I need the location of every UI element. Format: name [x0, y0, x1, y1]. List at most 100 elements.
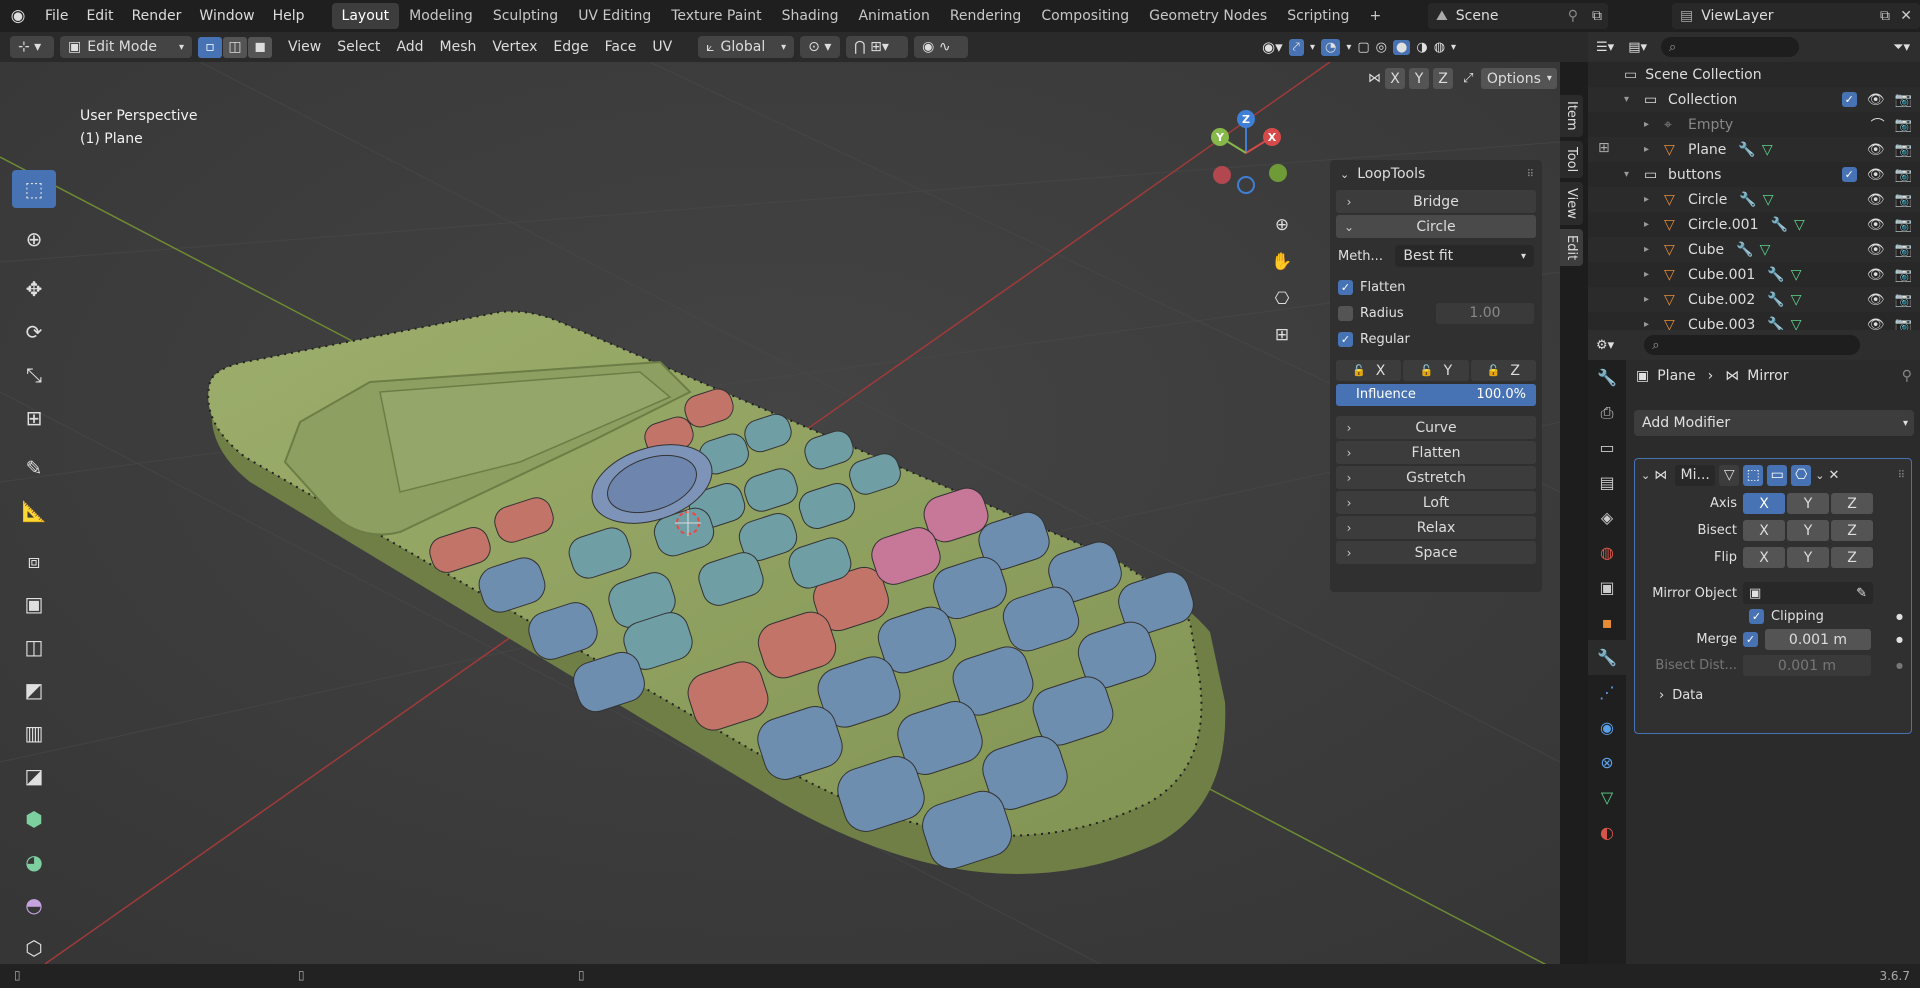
regular-checkbox[interactable]: ✓ — [1338, 331, 1353, 347]
outliner-row[interactable]: ▸ ▽ Circle 🔧 ▽ 👁 📷 — [1588, 187, 1920, 212]
proportional-edit-dropdown[interactable]: ◉ ∿ — [914, 36, 969, 58]
new-scene-icon[interactable]: ⧉ — [1592, 8, 1602, 24]
eye-icon[interactable]: 👁 — [1867, 242, 1885, 258]
cursor-tool-icon[interactable]: ⊕ — [12, 220, 56, 258]
new-view-layer-icon[interactable]: ⧉ — [1880, 8, 1890, 24]
bevel-tool-icon[interactable]: ◩ — [12, 671, 56, 709]
camera-icon[interactable]: 📷 — [1895, 217, 1912, 233]
outliner-row[interactable]: ▸ ▽ Cube 🔧 ▽ 👁 📷 — [1588, 237, 1920, 262]
keyframe-dot-icon[interactable]: ● — [1896, 612, 1903, 621]
keyframe-dot-icon[interactable]: ● — [1896, 661, 1903, 670]
chevron-down-icon[interactable]: ▾ — [1310, 42, 1315, 53]
outliner-row[interactable]: ▾ ▭ buttons ✓ 👁 📷 — [1588, 162, 1920, 187]
merge-checkbox[interactable]: ✓ — [1743, 632, 1758, 647]
bisect-y-button[interactable]: Y — [1787, 520, 1829, 541]
rotate-tool-icon[interactable]: ⟳ — [12, 313, 56, 351]
mirror-y-button[interactable]: Y — [1409, 68, 1429, 89]
menu-help[interactable]: Help — [264, 8, 314, 24]
eye-icon[interactable]: 👁 — [1867, 142, 1885, 158]
outliner-row[interactable]: ▾ ▭ Collection ✓ 👁 📷 — [1588, 87, 1920, 112]
render-tab-icon[interactable]: ⎙ — [1588, 395, 1626, 430]
menu-select[interactable]: Select — [329, 39, 388, 55]
outliner-row[interactable]: ▸ ⌖ Empty ⌒ 📷 — [1588, 112, 1920, 137]
transform-tool-icon[interactable]: ⊞ — [12, 399, 56, 437]
menu-edit[interactable]: Edit — [77, 8, 122, 24]
looptools-relax[interactable]: › Relax — [1336, 516, 1536, 539]
clipping-row[interactable]: ✓ Clipping ● — [1635, 609, 1911, 624]
drag-handle-icon[interactable]: ⠿ — [1898, 470, 1905, 481]
close-icon[interactable]: ✕ — [1828, 468, 1839, 483]
menu-face[interactable]: Face — [597, 39, 645, 55]
blender-logo-icon[interactable]: ◉ — [0, 0, 36, 32]
transform-orientation-dropdown[interactable]: ⟀ Global ▾ — [698, 36, 795, 58]
radius-field[interactable]: 1.00 — [1436, 302, 1534, 324]
material-tab-icon[interactable]: ◐ — [1588, 815, 1626, 850]
flatten-checkbox[interactable]: ✓ — [1338, 279, 1353, 295]
chevron-right-icon[interactable]: ▸ — [1644, 244, 1660, 255]
outliner-search-input[interactable]: ⌕ — [1661, 37, 1799, 57]
looptools-flatten[interactable]: › Flatten — [1336, 441, 1536, 464]
add-workspace-button[interactable]: + — [1359, 3, 1391, 29]
constraints-tab-icon[interactable]: ⊗ — [1588, 745, 1626, 780]
data-subpanel[interactable]: › Data — [1635, 688, 1911, 703]
influence-slider[interactable]: Influence 100.0% — [1336, 384, 1536, 406]
move-tool-icon[interactable]: ✥ — [12, 270, 56, 308]
tab-animation[interactable]: Animation — [848, 3, 939, 29]
bisect-distance-field[interactable]: 0.001 m — [1743, 655, 1871, 676]
edge-select-button[interactable]: ◫ — [223, 36, 247, 58]
mode-dropdown[interactable]: ▣ Edit Mode ▾ — [60, 36, 192, 58]
chevron-right-icon[interactable]: ▸ — [1644, 319, 1660, 330]
tool-tab-icon[interactable]: 🔧 — [1588, 360, 1626, 395]
chevron-down-icon[interactable]: ⌄ — [1815, 469, 1824, 482]
smooth-tool-icon[interactable]: ◓ — [12, 886, 56, 924]
3d-viewport[interactable]: User Perspective (1) Plane ⬚ ⊕ ✥ ⟳ ⤡ ⊞ ✎… — [0, 62, 1560, 964]
shading-options-icon[interactable]: ▾ — [1451, 42, 1456, 53]
snap-dropdown[interactable]: ⋂ ⊞▾ — [846, 36, 909, 58]
chevron-right-icon[interactable]: ▸ — [1644, 269, 1660, 280]
view-layer-selector[interactable]: ▤ ViewLayer ⧉ ✕ — [1672, 3, 1920, 29]
looptools-loft[interactable]: › Loft — [1336, 491, 1536, 514]
loop-cut-tool-icon[interactable]: ▥ — [12, 714, 56, 752]
outliner-row[interactable]: ▸ ▽ Plane 🔧 ▽ 👁 📷 — [1588, 137, 1920, 162]
tab-shading[interactable]: Shading — [772, 3, 849, 29]
clipping-checkbox[interactable]: ✓ — [1749, 609, 1764, 624]
tab-edit[interactable]: Edit — [1560, 228, 1583, 266]
looptools-space[interactable]: › Space — [1336, 541, 1536, 564]
outliner-row[interactable]: ▸ ▽ Circle.001 🔧 ▽ 👁 📷 — [1588, 212, 1920, 237]
chevron-right-icon[interactable]: ▸ — [1644, 219, 1660, 230]
merge-distance-field[interactable]: 0.001 m — [1765, 629, 1871, 650]
eye-icon[interactable]: 👁 — [1867, 92, 1885, 108]
measure-tool-icon[interactable]: 📐 — [12, 492, 56, 530]
options-dropdown[interactable]: Options ▾ — [1481, 68, 1558, 89]
bisect-z-button[interactable]: Z — [1831, 520, 1873, 541]
lock-x-button[interactable]: 🔓 X — [1336, 360, 1402, 381]
flatten-row[interactable]: ✓ Flatten — [1330, 274, 1542, 300]
viewport-toggle-icon[interactable]: ▭ — [1767, 464, 1788, 486]
bisect-x-button[interactable]: X — [1743, 520, 1785, 541]
menu-add[interactable]: Add — [388, 39, 431, 55]
chevron-down-icon[interactable]: ▾ — [1624, 169, 1640, 180]
axis-x-button[interactable]: X — [1743, 493, 1785, 514]
camera-icon[interactable]: 📷 — [1895, 242, 1912, 258]
tab-scripting[interactable]: Scripting — [1277, 3, 1359, 29]
display-mode-icon[interactable]: ▤▾ — [1628, 40, 1647, 55]
knife-tool-icon[interactable]: ◪ — [12, 757, 56, 795]
tab-tool[interactable]: Tool — [1560, 140, 1583, 178]
add-modifier-dropdown[interactable]: Add Modifier ▾ — [1634, 410, 1914, 436]
edge-slide-tool-icon[interactable]: ⬡ — [12, 929, 56, 964]
editor-type-dropdown[interactable]: ⊹ ▾ — [10, 36, 54, 58]
rendered-shading-icon[interactable]: ◍ — [1434, 40, 1445, 55]
ortho-grid-icon[interactable]: ⊞ — [1267, 320, 1297, 350]
tab-layout[interactable]: Layout — [331, 3, 400, 29]
tab-view[interactable]: View — [1560, 181, 1583, 225]
radius-checkbox[interactable] — [1338, 305, 1353, 321]
outliner-sync-icon[interactable]: ⊞ — [1598, 140, 1610, 156]
visibility-icon[interactable]: ◉▾ — [1262, 38, 1283, 56]
keyframe-dot-icon[interactable]: ● — [1896, 635, 1903, 644]
chevron-down-icon[interactable]: ▾ — [1346, 42, 1351, 53]
render-toggle-icon[interactable]: ⎔ — [1791, 464, 1812, 486]
object-tab-icon[interactable]: ▪ — [1588, 605, 1626, 640]
auto-merge-icon[interactable]: ⤢ — [1463, 71, 1473, 86]
add-cube-tool-icon[interactable]: ⧈ — [12, 542, 56, 580]
xray-icon[interactable]: ▢ — [1357, 40, 1369, 55]
